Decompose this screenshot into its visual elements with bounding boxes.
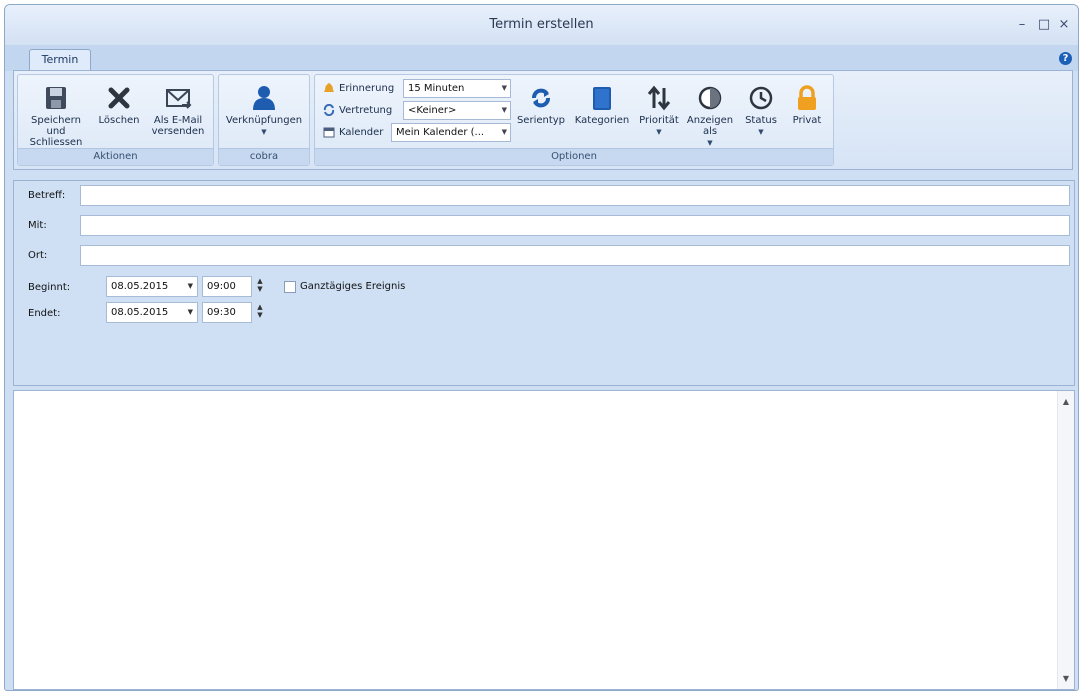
send-email-button[interactable]: Als E-Mail versenden — [146, 75, 210, 137]
kategorien-label: Kategorien — [574, 115, 630, 126]
erinnerung-value: 15 Minuten — [408, 83, 465, 94]
show-as-icon — [698, 86, 722, 110]
chevron-down-icon: ▼ — [187, 282, 193, 290]
categories-icon — [593, 87, 611, 110]
appointment-form: Betreff: Mit: Ort: Beginnt: 08.05.2015 ▼… — [13, 180, 1075, 386]
save-close-button[interactable]: Speichern und Schliessen — [20, 75, 92, 148]
calendar-icon — [323, 127, 335, 138]
erinnerung-select[interactable]: 15 Minuten ▼ — [403, 79, 511, 98]
endet-label: Endet: — [28, 308, 61, 319]
links-button[interactable]: Verknüpfungen ▼ — [221, 75, 307, 138]
delete-label: Löschen — [98, 115, 140, 126]
time-spinner-icon[interactable]: ▲ ▼ — [255, 303, 265, 322]
email-label-2: versenden — [151, 126, 205, 137]
tab-termin[interactable]: Termin — [29, 49, 91, 71]
vertretung-row: Vertretung <Keiner> ▼ — [323, 101, 513, 121]
sync-icon — [323, 104, 335, 116]
delete-icon — [108, 87, 130, 109]
email-icon — [166, 89, 192, 109]
group-cobra: Verknüpfungen ▼ cobra — [218, 74, 310, 166]
betreff-input[interactable] — [80, 185, 1070, 206]
vertretung-label: Vertretung — [339, 105, 393, 116]
ganztaegig-label: Ganztägiges Ereignis — [300, 281, 406, 292]
privat-button[interactable]: Privat — [785, 75, 829, 126]
links-label: Verknüpfungen — [225, 115, 303, 126]
chevron-down-icon: ▼ — [261, 128, 267, 136]
chevron-down-icon: ▼ — [501, 84, 507, 92]
privat-label: Privat — [792, 115, 822, 126]
beginnt-time-input[interactable]: 09:00 ▲ ▼ — [202, 276, 263, 297]
group-optionen: Erinnerung 15 Minuten ▼ Vertretung <Kein… — [314, 74, 834, 166]
serientyp-label: Serientyp — [516, 115, 566, 126]
kalender-label: Kalender — [339, 127, 384, 138]
beginnt-date-picker[interactable]: 08.05.2015 ▼ — [106, 276, 198, 297]
endet-date-picker[interactable]: 08.05.2015 ▼ — [106, 302, 198, 323]
ganztaegig-checkbox[interactable] — [284, 281, 296, 293]
group-cobra-label: cobra — [219, 148, 309, 165]
status-button[interactable]: Status ▼ — [739, 75, 783, 138]
chevron-down-icon: ▼ — [187, 308, 193, 316]
group-aktionen-label: Aktionen — [18, 148, 213, 165]
help-icon[interactable]: ? — [1059, 52, 1072, 65]
window-title: Termin erstellen — [489, 17, 594, 32]
betreff-label: Betreff: — [28, 190, 66, 201]
vertretung-value: <Keiner> — [408, 105, 457, 116]
group-optionen-label: Optionen — [315, 148, 833, 165]
chevron-down-icon: ▼ — [656, 128, 662, 136]
status-label: Status — [745, 115, 777, 126]
kalender-value: Mein Kalender (... — [396, 127, 485, 138]
kalender-select[interactable]: Mein Kalender (... ▼ — [391, 123, 511, 142]
close-button[interactable]: × — [1056, 17, 1072, 32]
kategorien-button[interactable]: Kategorien — [571, 75, 633, 126]
ribbon-tab-strip: Termin — [5, 45, 1078, 71]
prioritaet-button[interactable]: Priorität ▼ — [635, 75, 683, 138]
endet-date-value: 08.05.2015 — [111, 307, 169, 318]
save-label-1: Speichern und — [31, 115, 81, 137]
appointment-window: Termin erstellen – □ × Termin ? Speicher… — [4, 4, 1079, 691]
lock-icon — [798, 85, 816, 110]
delete-button[interactable]: Löschen — [96, 75, 142, 126]
scroll-up-icon[interactable]: ▲ — [1058, 397, 1074, 406]
vertretung-select[interactable]: <Keiner> ▼ — [403, 101, 511, 120]
recurrence-icon — [532, 88, 550, 108]
bell-icon — [324, 83, 334, 92]
erinnerung-row: Erinnerung 15 Minuten ▼ — [323, 79, 513, 99]
chevron-down-icon: ▼ — [501, 106, 507, 114]
scroll-down-icon[interactable]: ▼ — [1058, 674, 1074, 683]
user-icon — [253, 86, 275, 110]
prioritaet-label: Priorität — [639, 115, 679, 126]
anzeigen-als-button[interactable]: Anzeigen als ▼ — [685, 75, 735, 149]
erinnerung-label: Erinnerung — [339, 83, 395, 94]
chevron-down-icon: ▼ — [501, 128, 507, 136]
anzeigen-label-2: als — [702, 126, 718, 137]
priority-icon — [647, 85, 671, 111]
notes-editor[interactable]: ▲ ▼ — [13, 390, 1075, 690]
mit-input[interactable] — [80, 215, 1070, 236]
title-bar[interactable]: Termin erstellen – □ × — [5, 5, 1078, 45]
save-icon — [46, 87, 66, 109]
anzeigen-label-1: Anzeigen — [686, 115, 734, 126]
ort-label: Ort: — [28, 250, 48, 261]
beginnt-time-value: 09:00 — [207, 281, 236, 292]
endet-time-input[interactable]: 09:30 ▲ ▼ — [202, 302, 263, 323]
save-label-2: Schliessen — [29, 137, 83, 148]
maximize-button[interactable]: □ — [1036, 17, 1052, 32]
ort-input[interactable] — [80, 245, 1070, 266]
endet-time-value: 09:30 — [207, 307, 236, 318]
time-spinner-icon[interactable]: ▲ ▼ — [255, 277, 265, 296]
vertical-scrollbar[interactable]: ▲ ▼ — [1057, 391, 1074, 689]
clock-icon — [749, 86, 773, 110]
email-label-1: Als E-Mail — [153, 115, 203, 126]
beginnt-date-value: 08.05.2015 — [111, 281, 169, 292]
beginnt-label: Beginnt: — [28, 282, 71, 293]
ribbon: Speichern und Schliessen Löschen Als E-M… — [13, 70, 1073, 170]
chevron-down-icon: ▼ — [758, 128, 764, 136]
minimize-button[interactable]: – — [1014, 17, 1030, 32]
serientyp-button[interactable]: Serientyp — [513, 75, 569, 126]
kalender-row: Kalender Mein Kalender (... ▼ — [323, 123, 513, 143]
group-aktionen: Speichern und Schliessen Löschen Als E-M… — [17, 74, 214, 166]
mit-label: Mit: — [28, 220, 47, 231]
